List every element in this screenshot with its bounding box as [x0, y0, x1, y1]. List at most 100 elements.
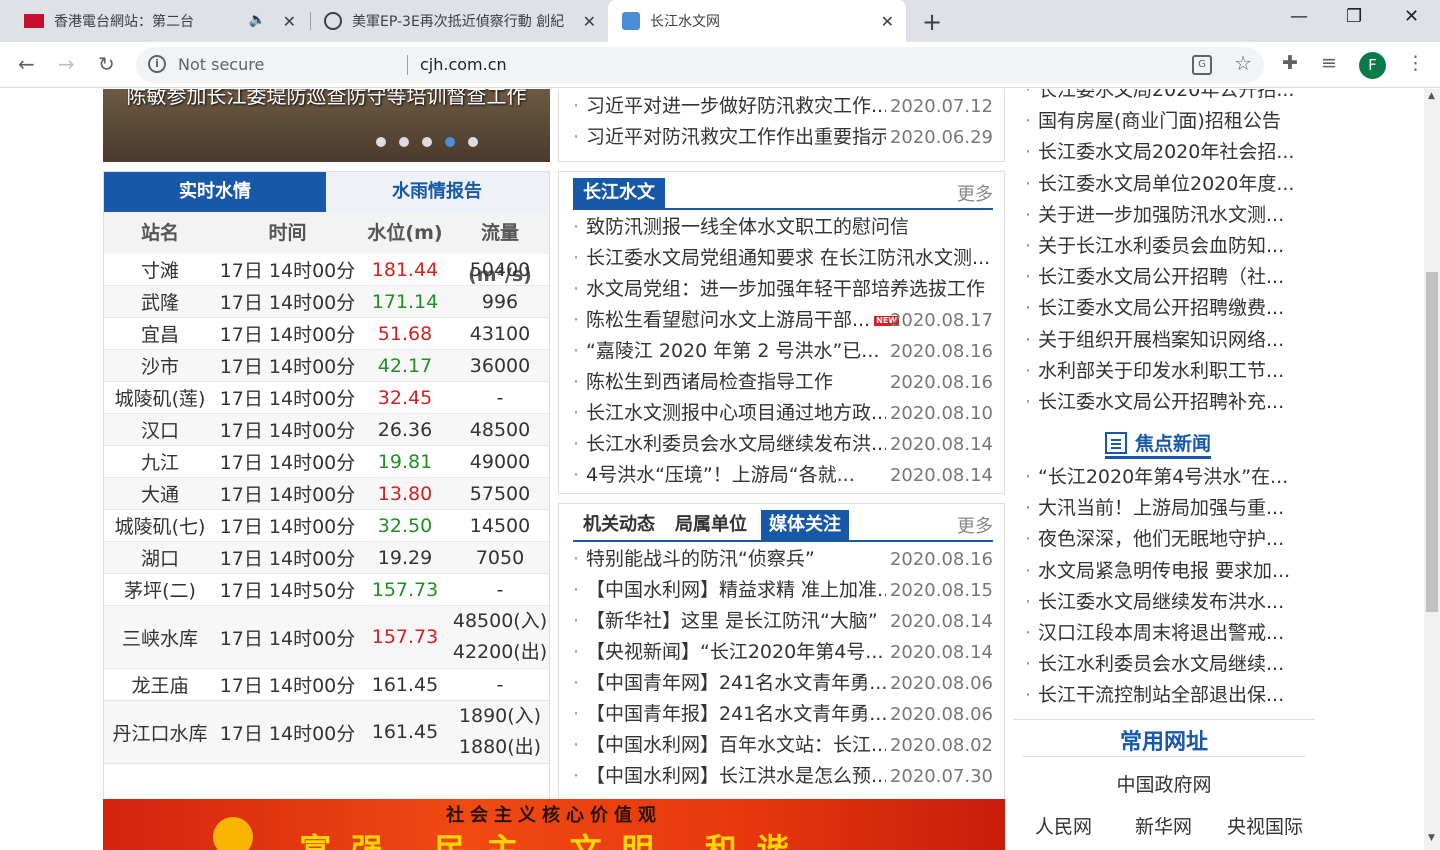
list-item-title[interactable]: 水利部关于印发水利职工节... — [1038, 356, 1308, 387]
info-icon[interactable]: i — [148, 55, 166, 73]
news-item[interactable]: · 长江水利委员会水文局继续发布洪... 2020.08.14 — [573, 429, 993, 460]
news-item[interactable]: · 【中国水利网】百年水文站：长江... 2020.08.02 — [573, 730, 993, 761]
news-title[interactable]: 【中国水利网】精益求精 准上加准... — [586, 575, 886, 606]
news-item[interactable]: · 陈松生看望慰问水文上游局干部... NEW 2020.08.17 — [573, 305, 993, 336]
list-item-title[interactable]: 水文局紧急明传电报 要求加... — [1038, 556, 1308, 587]
list-item[interactable]: · 长江委水文局公开招聘补充... — [1025, 387, 1315, 418]
translate-icon[interactable]: G — [1192, 55, 1212, 75]
focus-news-header[interactable]: 焦点新闻 — [1105, 429, 1212, 459]
kebab-menu-icon[interactable]: ⋮ — [1406, 52, 1425, 74]
station-cell[interactable]: 湖口 — [104, 544, 216, 571]
news-item[interactable]: · 【中国青年网】241名水文青年勇... 2020.08.06 — [573, 668, 993, 699]
tab-ep3e[interactable]: 美軍EP-3E再次抵近偵察行動 創紀 ✕ — [312, 0, 608, 42]
slider-dot[interactable] — [376, 137, 386, 147]
list-item[interactable]: · 夜色深深，他们无眠地守护... — [1025, 524, 1315, 555]
list-item[interactable]: · 水利部关于印发水利职工节... — [1025, 356, 1315, 387]
news-title[interactable]: 【中国水利网】百年水文站：长江... — [586, 730, 886, 761]
news-item[interactable]: · 【新华社】这里 是长江防汛“大脑” 2020.08.14 — [573, 606, 993, 637]
list-item-title[interactable]: 夜色深深，他们无眠地守护... — [1038, 524, 1308, 555]
tab-agency-news[interactable]: 机关动态 — [583, 510, 655, 540]
news-title[interactable]: 长江水利委员会水文局继续发布洪... — [586, 429, 886, 460]
news-item[interactable]: · 4号洪水“压境”！上游局“各就... 2020.08.14 — [573, 460, 993, 491]
close-icon[interactable]: ✕ — [583, 12, 596, 31]
station-cell[interactable]: 汉口 — [104, 416, 216, 443]
slider-dot[interactable] — [468, 137, 478, 147]
list-item[interactable]: · 长江干流控制站全部退出保... — [1025, 680, 1315, 711]
station-cell[interactable]: 三峡水库 — [104, 624, 216, 651]
station-cell[interactable]: 宜昌 — [104, 320, 216, 347]
list-item-title[interactable]: 长江委水文局2020年公开招... — [1038, 89, 1308, 106]
news-title[interactable]: 【中国水利网】长江洪水是怎么预... — [586, 761, 886, 792]
news-title[interactable]: 长江水文测报中心项目通过地方政... — [586, 398, 886, 429]
list-item[interactable]: · 国有房屋(商业门面)招租公告 — [1025, 106, 1315, 137]
tab-units[interactable]: 局属单位 — [675, 510, 747, 540]
list-item-title[interactable]: 长江委水文局单位2020年度... — [1038, 169, 1308, 200]
core-values-banner[interactable]: 社会主义核心价值观 富强 民主 文明 和谐 — [103, 799, 1005, 850]
news-title[interactable]: 长江委水文局党组通知要求 在长江防汛水文测... — [586, 243, 996, 274]
tab-cjh[interactable]: 长江水文网 ✕ — [608, 0, 906, 42]
list-item-title[interactable]: 长江水利委员会水文局继续... — [1038, 649, 1308, 680]
list-item-title[interactable]: 长江委水文局公开招聘缴费... — [1038, 293, 1308, 324]
news-title[interactable]: 【央视新闻】“长江2020年第4号... — [586, 637, 886, 668]
extensions-icon[interactable]: ✚ — [1282, 52, 1298, 74]
list-item-title[interactable]: 长江委水文局公开招聘补充... — [1038, 387, 1308, 418]
news-title[interactable]: 特别能战斗的防汛“侦察兵” — [586, 544, 886, 575]
list-item[interactable]: · 水文局紧急明传电报 要求加... — [1025, 556, 1315, 587]
scroll-down-icon[interactable]: ▼ — [1428, 833, 1435, 843]
station-cell[interactable]: 沙市 — [104, 352, 216, 379]
news-item[interactable]: · “嘉陵江 2020 年第 2 号洪水”已... 2020.08.16 — [573, 336, 993, 367]
cjsw-tag[interactable]: 长江水文 — [573, 178, 665, 208]
station-cell[interactable]: 寸滩 — [104, 256, 216, 283]
link-people[interactable]: 人民网 — [1035, 812, 1092, 839]
news-item[interactable]: · 长江水文测报中心项目通过地方政... 2020.08.10 — [573, 398, 993, 429]
list-item-title[interactable]: 国有房屋(商业门面)招租公告 — [1038, 106, 1308, 137]
news-title[interactable]: 习近平对防汛救灾工作作出重要指示 — [586, 122, 886, 153]
list-item[interactable]: · 大汛当前！上游局加强与重... — [1025, 493, 1315, 524]
link-gov[interactable]: 中国政府网 — [1013, 770, 1315, 797]
list-item[interactable]: · 长江委水文局继续发布洪水... — [1025, 587, 1315, 618]
list-item-title[interactable]: 关于组织开展档案知识网络... — [1038, 325, 1308, 356]
news-item[interactable]: · 长江委水文局党组通知要求 在长江防汛水文测... — [573, 243, 993, 274]
close-icon[interactable]: ✕ — [283, 12, 296, 31]
list-item[interactable]: · “长江2020年第4号洪水”在... — [1025, 462, 1315, 493]
slider-dot-active[interactable] — [445, 137, 455, 147]
bookmark-star-icon[interactable]: ☆ — [1234, 51, 1252, 75]
forward-icon[interactable]: → — [58, 52, 75, 76]
news-item[interactable]: · 习近平对防汛救灾工作作出重要指示 2020.06.29 — [573, 122, 993, 153]
news-title[interactable]: 【中国青年报】241名水文青年勇... — [586, 699, 886, 730]
station-cell[interactable]: 龙王庙 — [104, 671, 216, 698]
news-item[interactable]: · 【中国水利网】精益求精 准上加准... 2020.08.15 — [573, 575, 993, 606]
list-item[interactable]: · 关于长江水利委员会血防知... — [1025, 231, 1315, 262]
news-title[interactable]: 习近平对进一步做好防汛救灾工作... — [586, 91, 886, 122]
list-item[interactable]: · 长江委水文局2020年社会招... — [1025, 137, 1315, 168]
close-icon[interactable]: ✕ — [881, 12, 894, 31]
list-item[interactable]: · 关于组织开展档案知识网络... — [1025, 325, 1315, 356]
station-cell[interactable]: 城陵矶(莲) — [104, 384, 216, 411]
list-item-title[interactable]: 长江委水文局2020年社会招... — [1038, 137, 1308, 168]
scroll-up-icon[interactable]: ▲ — [1428, 91, 1435, 101]
photo-slider[interactable]: 陈敏参加长江委堤防巡查防守等培训督查工作 — [103, 89, 550, 162]
scrollbar-thumb[interactable] — [1426, 272, 1438, 612]
tab-media[interactable]: 媒体关注 — [761, 510, 849, 540]
list-item-title[interactable]: 关于长江水利委员会血防知... — [1038, 231, 1308, 262]
close-window-icon[interactable]: ✕ — [1404, 6, 1419, 27]
slider-caption[interactable]: 陈敏参加长江委堤防巡查防守等培训督查工作 — [103, 89, 550, 111]
news-item[interactable]: · 陈松生到西诸局检查指导工作 2020.08.16 — [573, 367, 993, 398]
news-item[interactable]: · 【中国水利网】长江洪水是怎么预... 2020.07.30 — [573, 761, 993, 792]
url-text[interactable]: cjh.com.cn — [420, 55, 507, 74]
news-title[interactable]: 【新华社】这里 是长江防汛“大脑” — [586, 606, 886, 637]
news-title[interactable]: 致防汛测报一线全体水文职工的慰问信 — [586, 212, 996, 243]
station-cell[interactable]: 丹江口水库 — [104, 719, 216, 746]
media-control-icon[interactable]: ≡ — [1321, 52, 1337, 74]
news-title[interactable]: “嘉陵江 2020 年第 2 号洪水”已... — [586, 336, 886, 367]
reload-icon[interactable]: ↻ — [98, 52, 115, 76]
news-item[interactable]: · 习近平对进一步做好防汛救灾工作... 2020.07.12 — [573, 91, 993, 122]
slider-dot[interactable] — [399, 137, 409, 147]
news-title[interactable]: 陈松生看望慰问水文上游局干部... NEW — [586, 305, 900, 336]
news-title[interactable]: 4号洪水“压境”！上游局“各就... — [586, 460, 886, 491]
list-item-title[interactable]: “长江2020年第4号洪水”在... — [1038, 462, 1308, 493]
scrollbar[interactable]: ▲ ▼ — [1424, 89, 1440, 850]
list-item[interactable]: · 关于进一步加强防汛水文测... — [1025, 200, 1315, 231]
new-tab-button[interactable]: + — [922, 8, 942, 36]
list-item[interactable]: · 长江委水文局单位2020年度... — [1025, 169, 1315, 200]
